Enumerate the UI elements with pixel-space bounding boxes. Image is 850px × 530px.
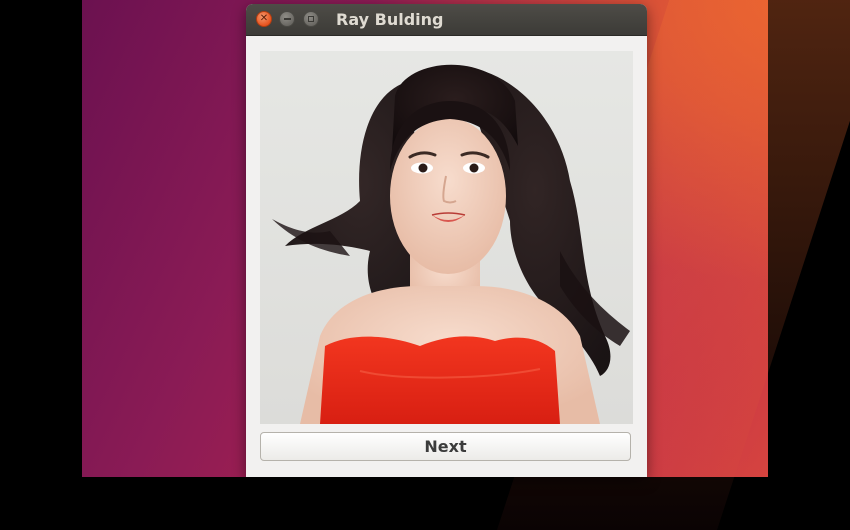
portrait-image (260, 51, 633, 424)
window-titlebar[interactable]: ✕ Ray Bulding (246, 4, 647, 36)
minimize-icon[interactable] (279, 11, 295, 27)
portrait-photo (260, 51, 633, 424)
screen: ✕ Ray Bulding Next (0, 0, 850, 477)
app-window: ✕ Ray Bulding Next (246, 4, 647, 477)
window-title: Ray Bulding (336, 10, 444, 29)
maximize-icon[interactable] (303, 11, 319, 27)
close-icon[interactable]: ✕ (256, 11, 272, 27)
next-button[interactable]: Next (260, 432, 631, 461)
